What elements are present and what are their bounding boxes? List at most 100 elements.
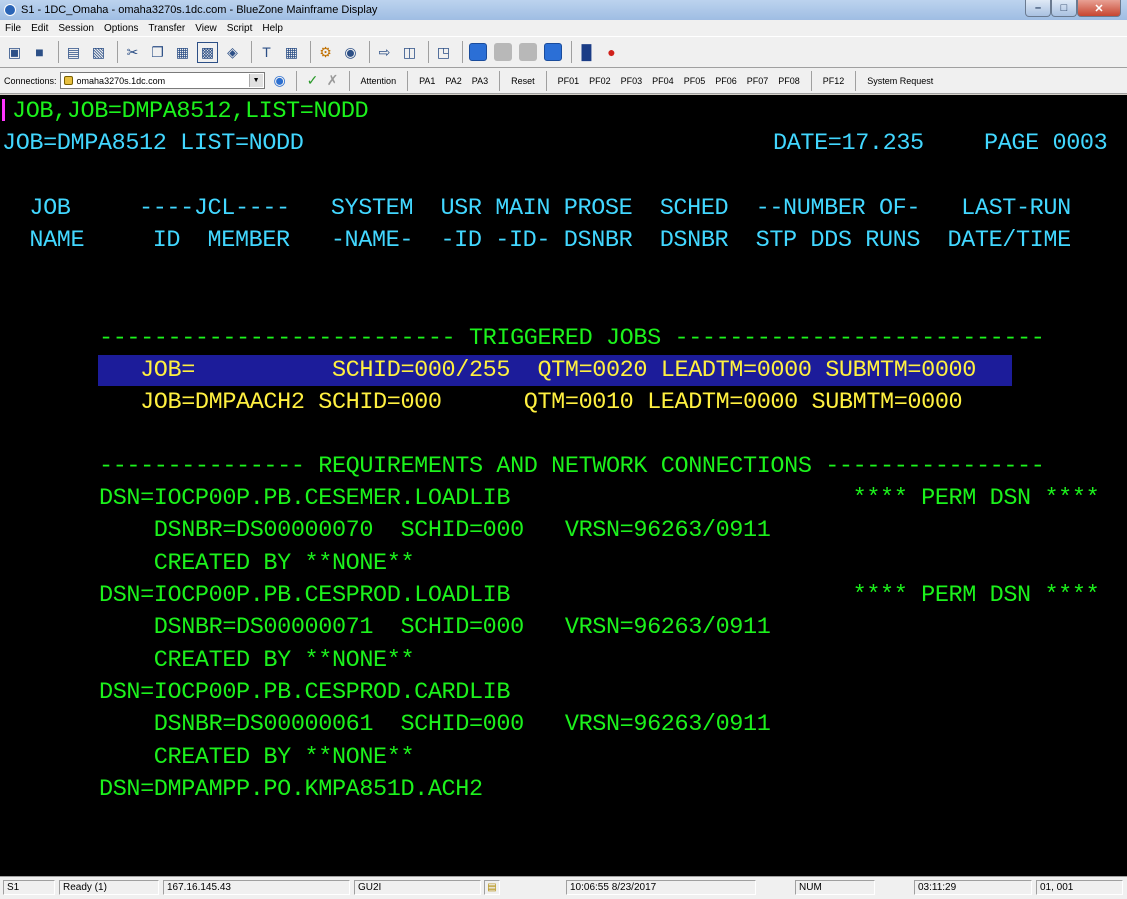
pa3-button[interactable]: PA3 [467,70,493,92]
pa1-button[interactable]: PA1 [414,70,440,92]
toolbar-separator [407,70,409,91]
triggered-job-row[interactable]: JOB= SCHID=000/255 QTM=0020 LEADTM=0000 … [99,356,976,386]
print-icon[interactable]: ▤ [63,42,84,63]
connection-select[interactable]: omaha3270s.1dc.com ▼ [59,72,265,89]
disconnect-plug-icon[interactable]: ✗ [323,71,343,91]
lock-icon [63,76,73,85]
receive-file-icon[interactable]: ◫ [399,42,420,63]
attention-button[interactable]: Attention [356,70,402,92]
dsnbr-line: DSNBR=DS00000071 SCHID=000 VRSN=96263/09… [99,614,771,641]
job-info: JOB=DMPA8512 LIST=NODD [2,130,304,157]
connections-label: Connections: [4,75,57,86]
toolbar-separator [58,41,59,63]
toolbar-separator [545,70,547,91]
send-file-icon[interactable]: ⇨ [374,42,395,63]
globe-icon[interactable]: ◉ [340,42,361,63]
status-bar: S1 Ready (1) 167.16.145.43 GU2I ▤ 10:06:… [0,876,1127,899]
pf04-button[interactable]: PF04 [647,70,679,92]
report-date: DATE=17.235 [773,130,924,157]
toolbar-separator [369,41,370,63]
minimize-button[interactable]: – [1025,0,1051,17]
connection-value: omaha3270s.1dc.com [76,75,166,86]
status-session: S1 [3,880,55,895]
connect-icon[interactable]: ◉ [270,71,290,91]
monitor-icon[interactable]: ▣ [4,42,25,63]
text-cursor [2,99,5,121]
save-icon[interactable]: ■ [29,42,50,63]
status-ip: 167.16.145.43 [163,880,350,895]
toolbar-separator [348,70,350,91]
status-num: NUM [795,880,875,895]
pf12-button[interactable]: PF12 [818,70,850,92]
triggered-job-row[interactable]: JOB=DMPAACH2 SCHID=000 QTM=0010 LEADTM=0… [99,388,963,418]
toolbar-separator [251,41,252,63]
created-by-line: CREATED BY **NONE** [99,550,415,577]
created-by-line: CREATED BY **NONE** [99,647,415,674]
menu-bar: File Edit Session Options Transfer View … [0,20,1127,36]
lock-icon: ▤ [484,880,500,895]
toolbar-separator [462,41,463,63]
menu-options[interactable]: Options [99,23,143,34]
status-lu: GU2I [354,880,481,895]
play-icon[interactable] [542,42,563,63]
pf02-button[interactable]: PF02 [584,70,616,92]
created-by-line: CREATED BY **NONE** [99,744,415,771]
pa2-button[interactable]: PA2 [440,70,466,92]
macro-icon[interactable]: ⚙ [315,42,336,63]
window-icon[interactable]: ◳ [433,42,454,63]
title-bar: S1 - 1DC_Omaha - omaha3270s.1dc.com - Bl… [0,0,1127,20]
toolbar-separator [310,41,311,63]
menu-session[interactable]: Session [53,23,99,34]
column-header-row1: JOB ----JCL---- SYSTEM USR MAIN PROSE SC… [2,195,1071,222]
font-icon[interactable]: T [256,42,277,63]
cut-icon[interactable]: ✂ [122,42,143,63]
pf05-button[interactable]: PF05 [679,70,711,92]
menu-script[interactable]: Script [222,23,258,34]
window-controls: – □ ✕ [1025,0,1121,17]
terminal-screen[interactable]: JOB,JOB=DMPA8512,LIST=NODD JOB=DMPA8512 … [0,95,1127,876]
dsn-line: DSN=IOCP00P.PB.CESPROD.LOADLIB **** PERM… [99,582,1100,609]
pf08-button[interactable]: PF08 [773,70,805,92]
reset-button[interactable]: Reset [506,70,540,92]
chevron-down-icon[interactable]: ▼ [248,74,263,87]
select-all-icon[interactable]: ▩ [197,41,218,63]
pause-icon[interactable] [517,42,538,63]
book-icon[interactable]: █ [576,42,597,63]
menu-help[interactable]: Help [257,23,288,34]
menu-transfer[interactable]: Transfer [143,23,190,34]
pf01-button[interactable]: PF01 [553,70,585,92]
pf07-button[interactable]: PF07 [742,70,774,92]
window-title: S1 - 1DC_Omaha - omaha3270s.1dc.com - Bl… [21,4,378,16]
status-cursor-position: 01, 001 [1036,880,1123,895]
toolbar-separator [499,70,501,91]
keys-toolbar: Connections: omaha3270s.1dc.com ▼ ◉ ✓ ✗ … [0,68,1127,94]
status-state: Ready (1) [59,880,159,895]
copy-icon[interactable]: ❐ [147,42,168,63]
dsnbr-line: DSNBR=DS00000061 SCHID=000 VRSN=96263/09… [99,711,771,738]
close-button[interactable]: ✕ [1077,0,1121,17]
toolbar-separator [571,41,572,63]
record-icon[interactable] [467,42,488,63]
layout-icon[interactable]: ▦ [281,42,302,63]
dsn-line: DSN=IOCP00P.PB.CESPROD.CARDLIB [99,679,511,706]
status-datetime: 10:06:55 8/23/2017 [566,880,756,895]
toolbar-separator [295,70,297,91]
dsn-line: DSN=IOCP00P.PB.CESEMER.LOADLIB **** PERM… [99,485,1100,512]
page-number: PAGE 0003 [984,130,1108,157]
menu-edit[interactable]: Edit [26,23,53,34]
maximize-button[interactable]: □ [1051,0,1077,17]
pf06-button[interactable]: PF06 [710,70,742,92]
command-line[interactable]: JOB,JOB=DMPA8512,LIST=NODD [2,97,369,127]
stop-icon[interactable] [492,42,513,63]
connect-plug-icon[interactable]: ✓ [303,71,323,91]
pf03-button[interactable]: PF03 [616,70,648,92]
paste-icon[interactable]: ▦ [172,42,193,63]
print-setup-icon[interactable]: ▧ [88,42,109,63]
bluezone-app-icon[interactable] [4,4,16,16]
menu-view[interactable]: View [190,23,222,34]
system-request-button[interactable]: System Request [862,70,938,92]
apple-icon[interactable]: ● [601,42,622,63]
network-icon[interactable]: ◈ [222,42,243,63]
toolbar-separator [855,70,857,91]
menu-file[interactable]: File [0,23,26,34]
